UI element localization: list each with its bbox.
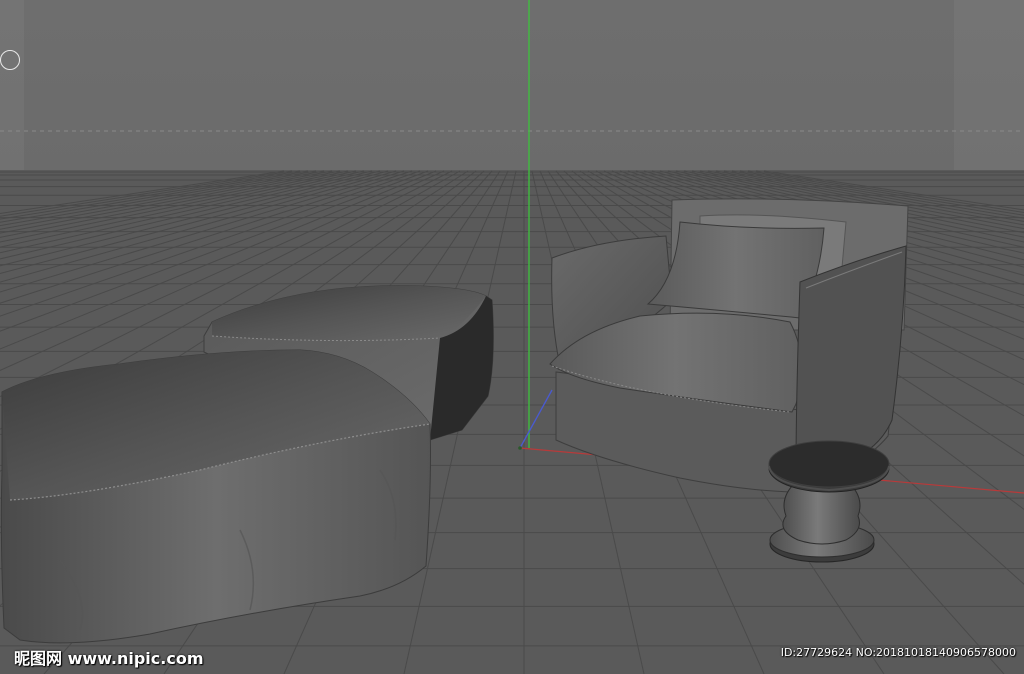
watermark-right: ID:27729624 NO:20181018140906578000 <box>780 646 1016 659</box>
3d-viewport[interactable]: 昵图网 www.nipic.com ID:27729624 NO:2018101… <box>0 0 1024 674</box>
world-origin-point <box>518 446 522 450</box>
circle-icon[interactable] <box>0 50 20 70</box>
scene-canvas[interactable] <box>0 0 1024 674</box>
watermark-left: 昵图网 www.nipic.com <box>14 649 204 668</box>
